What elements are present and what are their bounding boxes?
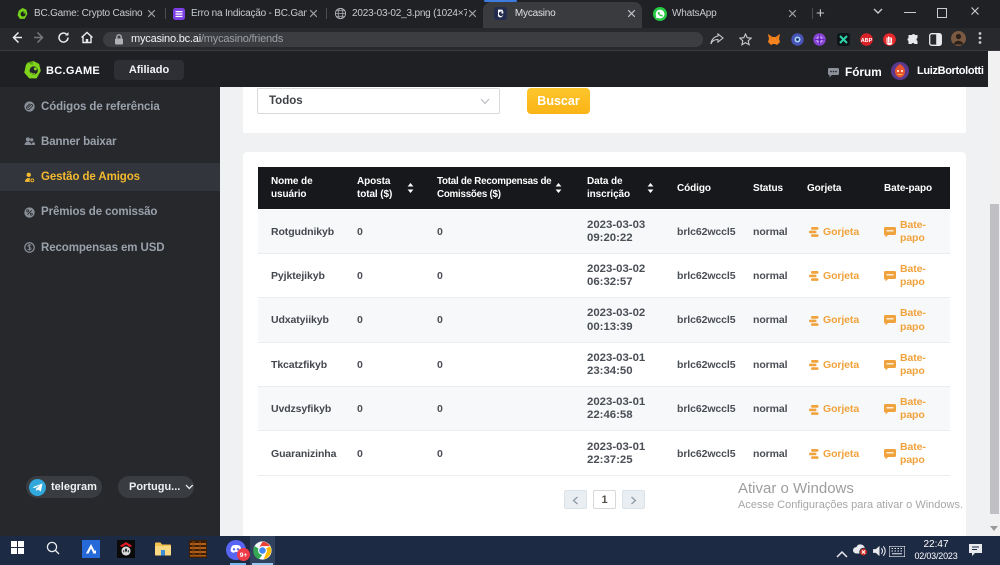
svg-text:ABP: ABP bbox=[861, 38, 873, 44]
svg-text:9+: 9+ bbox=[240, 552, 248, 559]
